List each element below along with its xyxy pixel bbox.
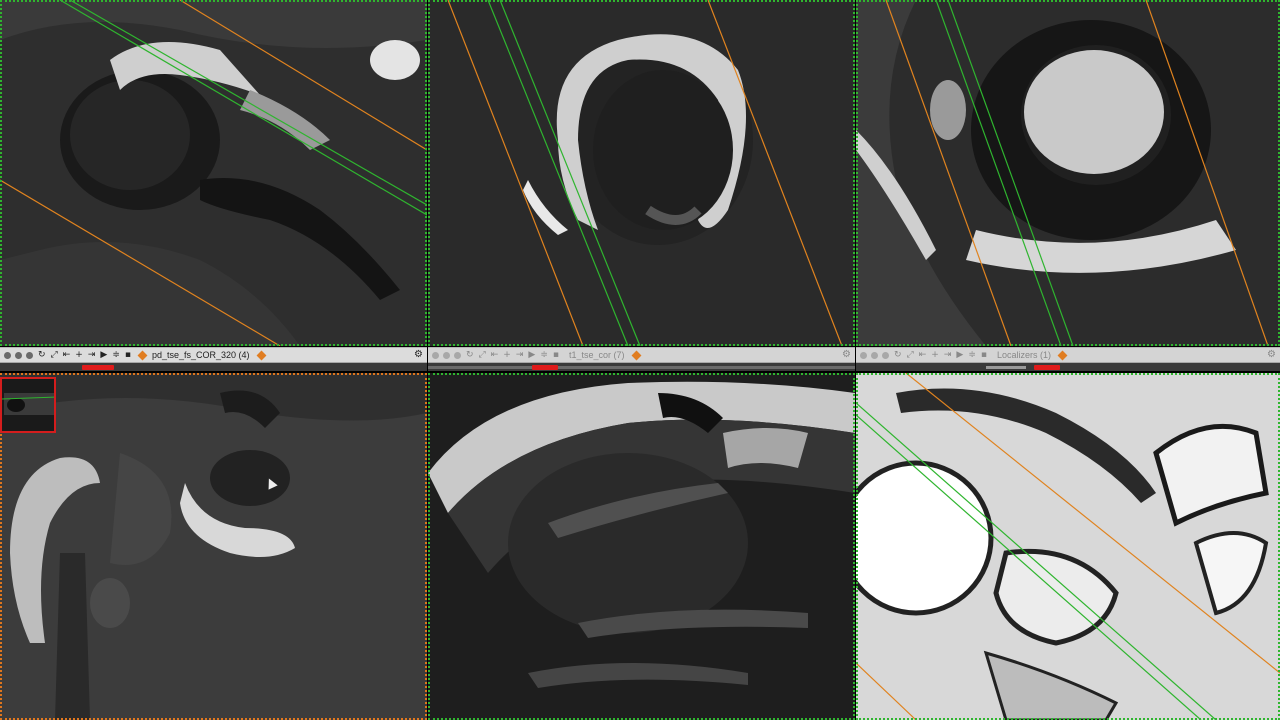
gear-icon[interactable]: ⚙	[414, 349, 423, 360]
mri-image-sagittal	[856, 0, 1280, 346]
last-frame-icon[interactable]: ⇥	[944, 350, 952, 360]
series-title: t1_tse_cor (7)	[568, 350, 625, 360]
first-frame-icon[interactable]: ⇤	[919, 350, 927, 360]
scroll-thumb[interactable]	[1034, 365, 1060, 370]
stack-icon[interactable]: ≑	[968, 350, 976, 360]
viewer-toolbar-1: ↻ ⤢ ⇤ + ⇥ ▶ ≑ ▪ pd_tse_fs_COR_320 (4) ⚙	[0, 347, 427, 363]
scroll-track	[986, 366, 1026, 369]
slice-scrollbar-2[interactable]	[428, 363, 855, 371]
viewer-coronal-bottom-middle[interactable]	[428, 373, 855, 720]
slice-scrollbar-1[interactable]	[0, 363, 427, 371]
fullscreen-icon[interactable]: ⤢	[51, 350, 58, 360]
rotate-icon[interactable]: ↻	[466, 350, 474, 360]
crosshair-icon[interactable]: +	[931, 350, 939, 360]
series-diamond-icon	[631, 350, 641, 360]
gear-icon[interactable]: ⚙	[842, 349, 851, 360]
crosshair-icon[interactable]: +	[503, 350, 511, 360]
crosshair-icon[interactable]: +	[75, 350, 83, 360]
play-icon[interactable]: ▶	[528, 350, 535, 360]
viewer-toolbar-3: ↻ ⤢ ⇤ + ⇥ ▶ ≑ ▪ Localizers (1) ⚙	[856, 347, 1280, 363]
minimize-dot-icon[interactable]	[15, 351, 22, 359]
scroll-track	[428, 366, 855, 369]
series-diamond-icon	[256, 350, 266, 360]
viewer-axial-top-left[interactable]	[0, 0, 427, 346]
mri-image-coronal	[428, 0, 855, 346]
viewer-coronal-top-middle[interactable]	[428, 0, 855, 346]
scout-thumbnail[interactable]	[0, 377, 56, 433]
viewer-coronal-bottom-left[interactable]	[0, 373, 427, 720]
scroll-thumb[interactable]	[532, 365, 558, 370]
series-diamond-icon	[137, 350, 148, 360]
save-icon[interactable]: ▪	[125, 350, 131, 360]
save-icon[interactable]: ▪	[981, 350, 987, 360]
play-icon[interactable]: ▶	[956, 350, 963, 360]
rotate-icon[interactable]: ↻	[894, 350, 902, 360]
mri-image-coronal-fs	[0, 373, 427, 720]
zoom-dot-icon[interactable]	[882, 351, 889, 359]
rotate-icon[interactable]: ↻	[38, 350, 46, 360]
scroll-thumb[interactable]	[82, 365, 114, 370]
viewer-toolbar-2: ↻ ⤢ ⇤ + ⇥ ▶ ≑ ▪ t1_tse_cor (7) ⚙	[428, 347, 855, 363]
slice-scrollbar-3[interactable]	[856, 363, 1280, 371]
mri-image-axial	[0, 0, 427, 346]
close-dot-icon[interactable]	[4, 351, 11, 359]
mri-image-localizer	[856, 373, 1280, 720]
gear-icon[interactable]: ⚙	[1267, 349, 1276, 360]
thumbnail-image	[2, 379, 54, 431]
zoom-dot-icon[interactable]	[26, 351, 33, 359]
mri-image-coronal-t1	[428, 373, 855, 720]
minimize-dot-icon[interactable]	[871, 351, 878, 359]
first-frame-icon[interactable]: ⇤	[63, 350, 71, 360]
last-frame-icon[interactable]: ⇥	[88, 350, 96, 360]
last-frame-icon[interactable]: ⇥	[516, 350, 524, 360]
save-icon[interactable]: ▪	[553, 350, 559, 360]
viewer-localizer-bottom-right[interactable]	[856, 373, 1280, 720]
series-title: pd_tse_fs_COR_320 (4)	[151, 350, 250, 360]
minimize-dot-icon[interactable]	[443, 351, 450, 359]
series-diamond-icon	[1057, 350, 1068, 360]
stack-icon[interactable]: ≑	[112, 350, 120, 360]
play-icon[interactable]: ▶	[100, 350, 107, 360]
zoom-dot-icon[interactable]	[454, 351, 461, 359]
series-title: Localizers (1)	[996, 350, 1051, 360]
fullscreen-icon[interactable]: ⤢	[479, 350, 486, 360]
viewer-sagittal-top-right[interactable]	[856, 0, 1280, 346]
first-frame-icon[interactable]: ⇤	[491, 350, 499, 360]
close-dot-icon[interactable]	[860, 351, 867, 359]
fullscreen-icon[interactable]: ⤢	[907, 350, 914, 360]
close-dot-icon[interactable]	[432, 351, 439, 359]
stack-icon[interactable]: ≑	[540, 350, 548, 360]
